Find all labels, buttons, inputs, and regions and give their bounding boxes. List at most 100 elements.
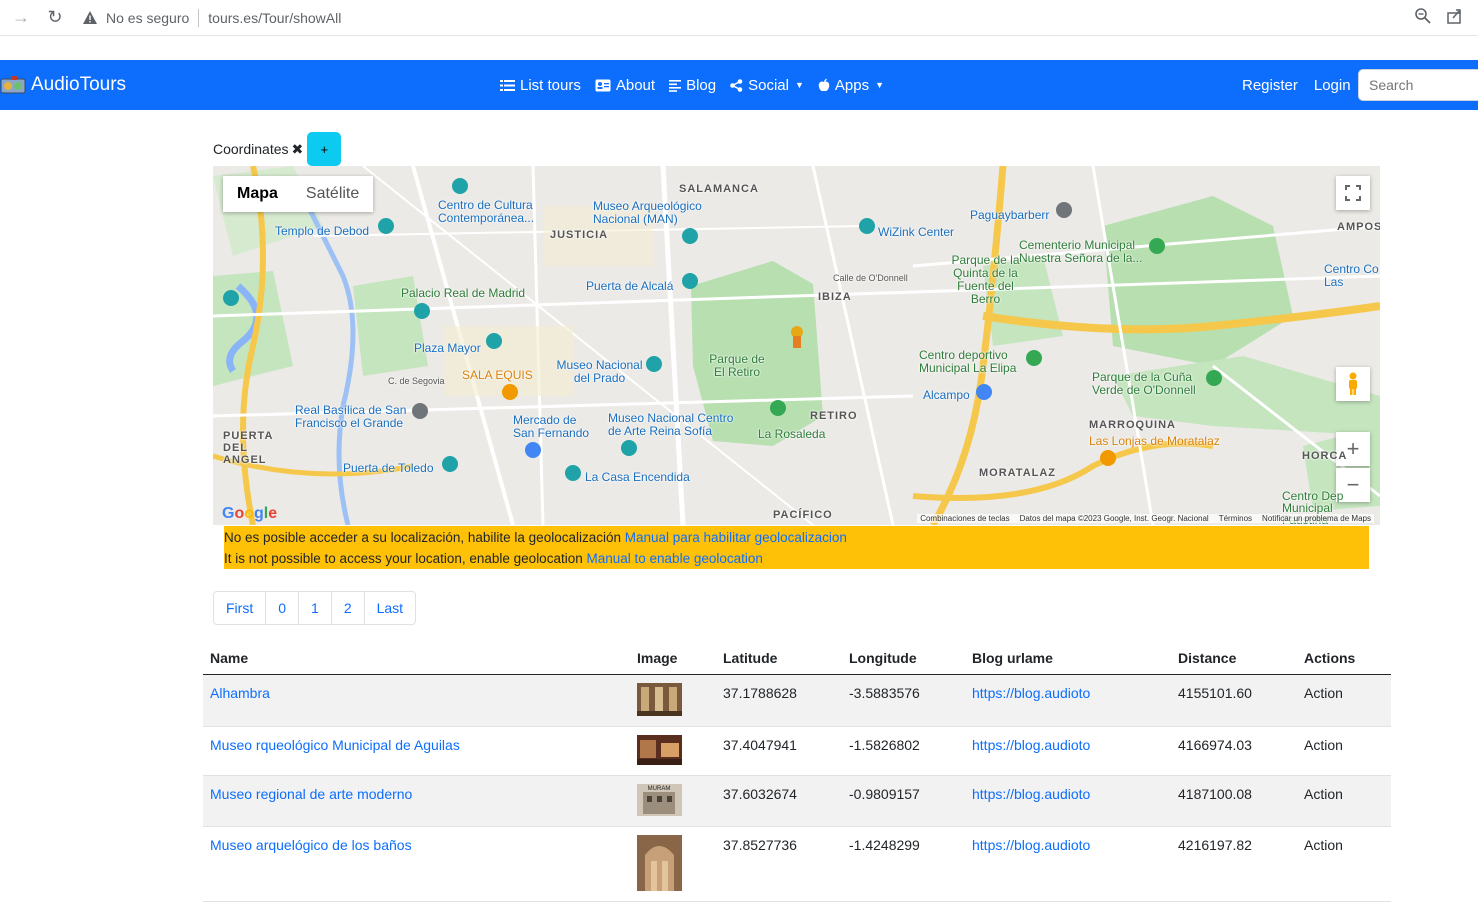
- tour-name-link[interactable]: Alhambra: [210, 685, 270, 701]
- coordinates-row: Coordinates ✖ +: [213, 132, 342, 166]
- action-cell[interactable]: Action: [1297, 674, 1391, 727]
- distance-cell: 4166974.03: [1171, 726, 1297, 776]
- brand-link[interactable]: AudioTours: [0, 74, 126, 96]
- zoom-icon[interactable]: [1414, 7, 1432, 25]
- tour-thumbnail[interactable]: [637, 682, 682, 716]
- street-view-button[interactable]: [1336, 367, 1370, 401]
- page-last[interactable]: Last: [363, 592, 415, 624]
- distance-cell: 4187100.08: [1171, 775, 1297, 827]
- map-label: Templo de Debod: [275, 224, 370, 238]
- nav-apps-label: Apps: [834, 76, 870, 94]
- column-header-distance: Distance: [1171, 640, 1297, 675]
- warning-triangle-icon: [83, 10, 97, 24]
- nav-social-dropdown[interactable]: Social ▼: [730, 77, 804, 94]
- tour-thumbnail[interactable]: MURAM: [637, 783, 682, 816]
- geolocation-manual-link-es[interactable]: Manual para habilitar geolocalizacion: [625, 530, 847, 545]
- blog-url-link[interactable]: https://blog.audioto: [972, 685, 1090, 701]
- text-lines-icon: [669, 79, 682, 92]
- map-label: Real Basílica de San Francisco el Grande: [295, 403, 407, 430]
- tour-name-link[interactable]: Museo regional de arte moderno: [210, 786, 412, 802]
- table-row: Museo regional de arte moderno MURAM 37.…: [203, 775, 1391, 827]
- tools-icon: ✖: [291, 140, 304, 157]
- tour-name-link[interactable]: Museo rqueológico Municipal de Aguilas: [210, 737, 460, 753]
- map-label: Centro Co Las: [1324, 262, 1379, 289]
- map-label: Palacio Real de Madrid: [401, 286, 526, 300]
- nav-apps-dropdown[interactable]: Apps ▼: [818, 77, 884, 94]
- tour-thumbnail[interactable]: [637, 834, 682, 891]
- fullscreen-button[interactable]: [1336, 176, 1370, 210]
- geolocation-manual-link-en[interactable]: Manual to enable geolocation: [587, 551, 763, 566]
- register-link[interactable]: Register: [1242, 77, 1298, 94]
- apple-icon: [818, 78, 830, 92]
- page-2[interactable]: 2: [330, 592, 364, 624]
- share-icon: [730, 78, 743, 92]
- blog-url-link[interactable]: https://blog.audioto: [972, 737, 1090, 753]
- map-label: Mercado de San Fernando: [513, 413, 590, 440]
- nav-blog-label: Blog: [686, 76, 717, 94]
- distance-cell: 4155101.60: [1171, 674, 1297, 727]
- longitude-cell: -1.4248299: [842, 826, 965, 902]
- blog-url-link[interactable]: https://blog.audioto: [972, 837, 1090, 853]
- alert-line-es: No es posible acceder a su localización,…: [224, 527, 1369, 548]
- map-label: AMPOS: [1337, 221, 1380, 233]
- nav-about[interactable]: About: [595, 77, 655, 94]
- action-cell[interactable]: Action: [1297, 726, 1391, 776]
- map-type-satellite-button[interactable]: Satélite: [291, 176, 374, 212]
- street-label: Calle de O'Donnell: [833, 273, 908, 283]
- address-bar-url[interactable]: tours.es/Tour/showAll: [208, 10, 341, 26]
- table-row: Museo arquelógico de los baños 37.852773…: [203, 826, 1391, 902]
- tours-table: Name Image Latitude Longitude Blog urlam…: [203, 640, 1391, 902]
- action-cell[interactable]: Action: [1297, 775, 1391, 827]
- nav-about-label: About: [615, 76, 656, 94]
- action-cell[interactable]: Action: [1297, 826, 1391, 902]
- terms-link[interactable]: Términos: [1219, 514, 1252, 523]
- thumbnail-caption: MURAM: [648, 786, 671, 792]
- map-label: Paguaybarberr: [970, 208, 1050, 222]
- latitude-cell: 37.1788628: [716, 674, 842, 727]
- share-page-icon[interactable]: [1446, 7, 1464, 25]
- longitude-cell: -0.9809157: [842, 775, 965, 827]
- map-label: Puerta de Toledo: [343, 461, 434, 475]
- latitude-cell: 37.4047941: [716, 726, 842, 776]
- geolocation-alert: No es posible acceder a su localización,…: [224, 526, 1369, 569]
- map-label: Centro de Cultura Contemporánea...: [438, 198, 535, 225]
- add-coordinates-button[interactable]: +: [307, 132, 342, 166]
- page-0[interactable]: 0: [265, 592, 298, 624]
- map-label: MARROQUINA: [1089, 419, 1176, 431]
- fullscreen-icon: [1345, 185, 1361, 201]
- map-label: La Casa Encendida: [585, 470, 690, 484]
- nav-list-tours[interactable]: List tours: [500, 77, 581, 94]
- id-card-icon: [595, 79, 611, 91]
- report-problem-link[interactable]: Notificar un problema de Maps: [1262, 514, 1371, 523]
- blog-url-link[interactable]: https://blog.audioto: [972, 786, 1090, 802]
- page-1[interactable]: 1: [298, 592, 331, 624]
- map-label: Parque de la Cuña Verde de O'Donnell: [1092, 370, 1196, 397]
- column-header-latitude: Latitude: [716, 640, 842, 675]
- search-input[interactable]: [1358, 69, 1478, 101]
- map-label: Las Lonjas de Moratalaz: [1089, 434, 1220, 448]
- map-label: IBIZA: [818, 291, 852, 303]
- pegman-icon: [1349, 372, 1357, 395]
- security-label: No es seguro: [106, 9, 190, 26]
- column-header-blog-url: Blog urlame: [965, 640, 1171, 675]
- page-first[interactable]: First: [214, 592, 265, 624]
- nav-social-label: Social: [748, 76, 789, 94]
- table-row: Museo rqueológico Municipal de Aguilas 3…: [203, 726, 1391, 776]
- security-indicator[interactable]: No es seguro: [82, 10, 189, 26]
- longitude-cell: -1.5826802: [842, 726, 965, 776]
- keyboard-shortcuts-link[interactable]: Combinaciones de teclas: [920, 514, 1009, 523]
- reload-icon[interactable]: ↻: [44, 7, 66, 29]
- browser-actions: [1414, 7, 1464, 25]
- map-type-map-button[interactable]: Mapa: [223, 176, 292, 212]
- login-link[interactable]: Login: [1314, 77, 1351, 94]
- column-header-longitude: Longitude: [842, 640, 965, 675]
- map-label: Museo Nacional Centro de Arte Reina Sofí…: [608, 411, 734, 438]
- nav-blog[interactable]: Blog: [669, 77, 716, 94]
- map-view[interactable]: Mapa Satélite + − SALAMANCA JUSTICIA IBI…: [213, 166, 1380, 525]
- forward-arrow-icon[interactable]: →: [10, 7, 32, 29]
- browser-toolbar: → ↻ No es seguro tours.es/Tour/showAll: [0, 0, 1478, 36]
- column-header-actions: Actions: [1297, 640, 1391, 675]
- tour-name-link[interactable]: Museo arquelógico de los baños: [210, 837, 412, 853]
- chevron-down-icon: ▼: [875, 80, 884, 90]
- tour-thumbnail[interactable]: [637, 734, 682, 765]
